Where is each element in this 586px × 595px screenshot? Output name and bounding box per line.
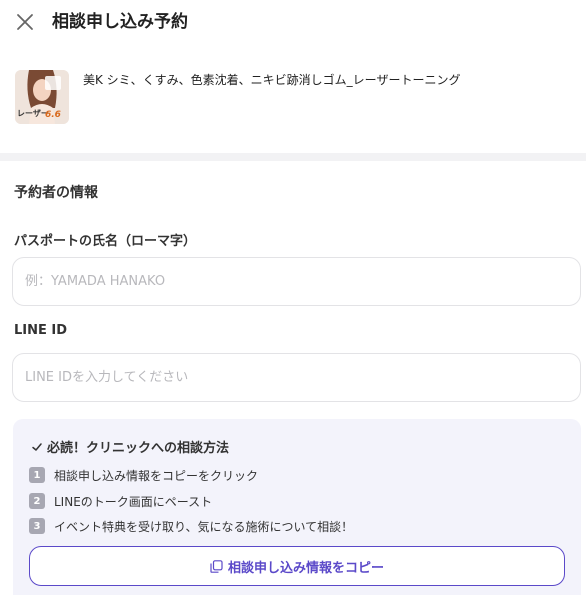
passport-name-input[interactable] [12,257,581,306]
copy-icon [210,559,223,573]
line-id-label: LINE ID [14,323,68,338]
step-number: 2 [29,493,45,509]
step-text: イベント特典を受け取り、気になる施術について相談！ [54,519,354,534]
section-divider [0,153,586,161]
page-title: 相談申し込み予約 [52,12,188,32]
copy-info-button[interactable]: 相談申し込み情報をコピー [29,546,565,586]
guide-step: 3 イベント特典を受け取り、気になる施術について相談！ [29,517,353,535]
step-number: 1 [29,467,45,483]
product-thumbnail: レーザー 6.6 [15,70,69,124]
step-number: 3 [29,518,45,534]
product-summary: レーザー 6.6 美K シミ、くすみ、色素沈着、ニキビ跡消しゴム_レーザートーニ… [15,70,575,126]
line-id-input[interactable] [12,353,581,402]
check-icon [31,441,43,453]
guide-step: 1 相談申し込み情報をコピーをクリック [29,466,258,484]
header: 相談申し込み予約 [0,0,586,46]
thumbnail-price: 6.6 [45,110,61,120]
product-name: 美K シミ、くすみ、色素沈着、ニキビ跡消しゴム_レーザートーニング [83,73,461,87]
guide-step: 2 LINEのトーク画面にペースト [29,492,212,510]
guide-title-row: 必読！クリニックへの相談方法 [31,437,229,456]
consultation-guide: 必読！クリニックへの相談方法 1 相談申し込み情報をコピーをクリック 2 LIN… [13,419,581,595]
guide-title: 必読！クリニックへの相談方法 [47,441,230,456]
section-title: 予約者の情報 [14,185,98,201]
close-icon[interactable] [14,11,36,33]
name-label: パスポートの氏名（ローマ字） [14,234,197,249]
step-text: 相談申し込み情報をコピーをクリック [54,468,259,483]
step-text: LINEのトーク画面にペースト [54,494,213,509]
copy-button-label: 相談申し込み情報をコピー [227,560,384,576]
